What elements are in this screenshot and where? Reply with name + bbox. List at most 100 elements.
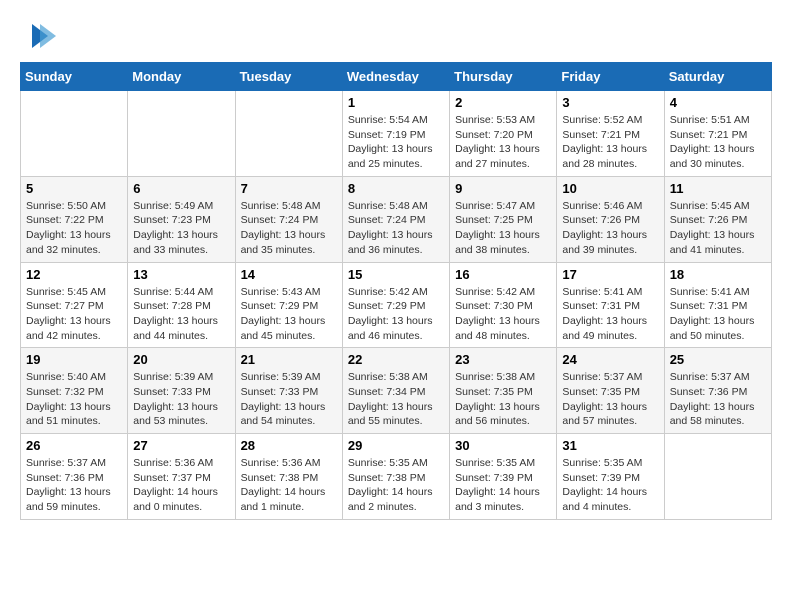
day-info: Sunrise: 5:49 AMSunset: 7:23 PMDaylight:… <box>133 199 229 258</box>
day-number: 8 <box>348 181 444 196</box>
day-info: Sunrise: 5:37 AMSunset: 7:35 PMDaylight:… <box>562 370 658 429</box>
calendar-cell: 29 Sunrise: 5:35 AMSunset: 7:38 PMDayligh… <box>342 434 449 520</box>
calendar-cell: 24 Sunrise: 5:37 AMSunset: 7:35 PMDayligh… <box>557 348 664 434</box>
calendar-header-row: SundayMondayTuesdayWednesdayThursdayFrid… <box>21 63 772 91</box>
calendar-cell: 14 Sunrise: 5:43 AMSunset: 7:29 PMDayligh… <box>235 262 342 348</box>
day-info: Sunrise: 5:41 AMSunset: 7:31 PMDaylight:… <box>670 285 766 344</box>
calendar-cell: 23 Sunrise: 5:38 AMSunset: 7:35 PMDayligh… <box>450 348 557 434</box>
day-number: 26 <box>26 438 122 453</box>
day-number: 10 <box>562 181 658 196</box>
day-info: Sunrise: 5:51 AMSunset: 7:21 PMDaylight:… <box>670 113 766 172</box>
logo <box>20 20 56 52</box>
day-number: 9 <box>455 181 551 196</box>
day-header-tuesday: Tuesday <box>235 63 342 91</box>
calendar-cell: 20 Sunrise: 5:39 AMSunset: 7:33 PMDayligh… <box>128 348 235 434</box>
calendar-cell: 7 Sunrise: 5:48 AMSunset: 7:24 PMDaylight… <box>235 176 342 262</box>
day-info: Sunrise: 5:36 AMSunset: 7:38 PMDaylight:… <box>241 456 337 515</box>
calendar-cell: 25 Sunrise: 5:37 AMSunset: 7:36 PMDayligh… <box>664 348 771 434</box>
day-number: 24 <box>562 352 658 367</box>
calendar-cell: 19 Sunrise: 5:40 AMSunset: 7:32 PMDayligh… <box>21 348 128 434</box>
calendar-week-5: 26Sunrise: 5:37 AMSunset: 7:36 PMDayligh… <box>21 434 772 520</box>
calendar-cell: 21 Sunrise: 5:39 AMSunset: 7:33 PMDayligh… <box>235 348 342 434</box>
calendar-cell: 9 Sunrise: 5:47 AMSunset: 7:25 PMDaylight… <box>450 176 557 262</box>
day-info: Sunrise: 5:35 AMSunset: 7:38 PMDaylight:… <box>348 456 444 515</box>
day-number: 21 <box>241 352 337 367</box>
day-number: 23 <box>455 352 551 367</box>
calendar-cell: 15Sunrise: 5:42 AMSunset: 7:29 PMDayligh… <box>342 262 449 348</box>
day-info: Sunrise: 5:41 AMSunset: 7:31 PMDaylight:… <box>562 285 658 344</box>
day-info: Sunrise: 5:42 AMSunset: 7:30 PMDaylight:… <box>455 285 551 344</box>
calendar-cell: 8Sunrise: 5:48 AMSunset: 7:24 PMDaylight… <box>342 176 449 262</box>
day-number: 22 <box>348 352 444 367</box>
day-info: Sunrise: 5:54 AMSunset: 7:19 PMDaylight:… <box>348 113 444 172</box>
day-number: 25 <box>670 352 766 367</box>
day-info: Sunrise: 5:39 AMSunset: 7:33 PMDaylight:… <box>133 370 229 429</box>
calendar-cell: 2 Sunrise: 5:53 AMSunset: 7:20 PMDaylight… <box>450 91 557 177</box>
calendar-cell: 18 Sunrise: 5:41 AMSunset: 7:31 PMDayligh… <box>664 262 771 348</box>
day-info: Sunrise: 5:38 AMSunset: 7:34 PMDaylight:… <box>348 370 444 429</box>
calendar-cell: 28 Sunrise: 5:36 AMSunset: 7:38 PMDayligh… <box>235 434 342 520</box>
day-header-wednesday: Wednesday <box>342 63 449 91</box>
calendar-cell: 11 Sunrise: 5:45 AMSunset: 7:26 PMDayligh… <box>664 176 771 262</box>
day-info: Sunrise: 5:35 AMSunset: 7:39 PMDaylight:… <box>562 456 658 515</box>
day-info: Sunrise: 5:53 AMSunset: 7:20 PMDaylight:… <box>455 113 551 172</box>
calendar-cell: 10 Sunrise: 5:46 AMSunset: 7:26 PMDayligh… <box>557 176 664 262</box>
day-info: Sunrise: 5:50 AMSunset: 7:22 PMDaylight:… <box>26 199 122 258</box>
day-number: 15 <box>348 267 444 282</box>
calendar-week-3: 12 Sunrise: 5:45 AMSunset: 7:27 PMDayligh… <box>21 262 772 348</box>
calendar-cell: 17 Sunrise: 5:41 AMSunset: 7:31 PMDayligh… <box>557 262 664 348</box>
day-number: 29 <box>348 438 444 453</box>
calendar-cell: 6 Sunrise: 5:49 AMSunset: 7:23 PMDaylight… <box>128 176 235 262</box>
calendar-week-4: 19 Sunrise: 5:40 AMSunset: 7:32 PMDayligh… <box>21 348 772 434</box>
day-number: 11 <box>670 181 766 196</box>
calendar-cell <box>21 91 128 177</box>
day-number: 14 <box>241 267 337 282</box>
day-info: Sunrise: 5:40 AMSunset: 7:32 PMDaylight:… <box>26 370 122 429</box>
logo-icon <box>24 20 56 52</box>
calendar-cell: 3 Sunrise: 5:52 AMSunset: 7:21 PMDaylight… <box>557 91 664 177</box>
calendar-cell: 13 Sunrise: 5:44 AMSunset: 7:28 PMDayligh… <box>128 262 235 348</box>
day-info: Sunrise: 5:44 AMSunset: 7:28 PMDaylight:… <box>133 285 229 344</box>
day-number: 1 <box>348 95 444 110</box>
day-number: 3 <box>562 95 658 110</box>
day-info: Sunrise: 5:45 AMSunset: 7:26 PMDaylight:… <box>670 199 766 258</box>
day-info: Sunrise: 5:43 AMSunset: 7:29 PMDaylight:… <box>241 285 337 344</box>
calendar-cell: 22 Sunrise: 5:38 AMSunset: 7:34 PMDayligh… <box>342 348 449 434</box>
day-number: 31 <box>562 438 658 453</box>
day-number: 12 <box>26 267 122 282</box>
day-info: Sunrise: 5:35 AMSunset: 7:39 PMDaylight:… <box>455 456 551 515</box>
day-info: Sunrise: 5:45 AMSunset: 7:27 PMDaylight:… <box>26 285 122 344</box>
day-header-sunday: Sunday <box>21 63 128 91</box>
day-number: 6 <box>133 181 229 196</box>
calendar-cell: 16Sunrise: 5:42 AMSunset: 7:30 PMDayligh… <box>450 262 557 348</box>
calendar-cell: 4 Sunrise: 5:51 AMSunset: 7:21 PMDaylight… <box>664 91 771 177</box>
calendar-cell: 30 Sunrise: 5:35 AMSunset: 7:39 PMDayligh… <box>450 434 557 520</box>
day-number: 2 <box>455 95 551 110</box>
day-number: 20 <box>133 352 229 367</box>
day-number: 28 <box>241 438 337 453</box>
day-number: 19 <box>26 352 122 367</box>
day-info: Sunrise: 5:48 AMSunset: 7:24 PMDaylight:… <box>241 199 337 258</box>
calendar-cell <box>128 91 235 177</box>
day-info: Sunrise: 5:38 AMSunset: 7:35 PMDaylight:… <box>455 370 551 429</box>
calendar-cell <box>235 91 342 177</box>
day-number: 17 <box>562 267 658 282</box>
page-header <box>20 20 772 52</box>
day-number: 13 <box>133 267 229 282</box>
calendar-week-1: 1 Sunrise: 5:54 AMSunset: 7:19 PMDaylight… <box>21 91 772 177</box>
calendar-cell: 5Sunrise: 5:50 AMSunset: 7:22 PMDaylight… <box>21 176 128 262</box>
calendar-cell: 26Sunrise: 5:37 AMSunset: 7:36 PMDayligh… <box>21 434 128 520</box>
day-info: Sunrise: 5:39 AMSunset: 7:33 PMDaylight:… <box>241 370 337 429</box>
day-header-saturday: Saturday <box>664 63 771 91</box>
day-number: 30 <box>455 438 551 453</box>
day-info: Sunrise: 5:46 AMSunset: 7:26 PMDaylight:… <box>562 199 658 258</box>
calendar-table: SundayMondayTuesdayWednesdayThursdayFrid… <box>20 62 772 520</box>
day-number: 7 <box>241 181 337 196</box>
day-info: Sunrise: 5:36 AMSunset: 7:37 PMDaylight:… <box>133 456 229 515</box>
day-number: 18 <box>670 267 766 282</box>
day-number: 27 <box>133 438 229 453</box>
day-info: Sunrise: 5:47 AMSunset: 7:25 PMDaylight:… <box>455 199 551 258</box>
day-info: Sunrise: 5:52 AMSunset: 7:21 PMDaylight:… <box>562 113 658 172</box>
day-info: Sunrise: 5:37 AMSunset: 7:36 PMDaylight:… <box>670 370 766 429</box>
day-number: 4 <box>670 95 766 110</box>
